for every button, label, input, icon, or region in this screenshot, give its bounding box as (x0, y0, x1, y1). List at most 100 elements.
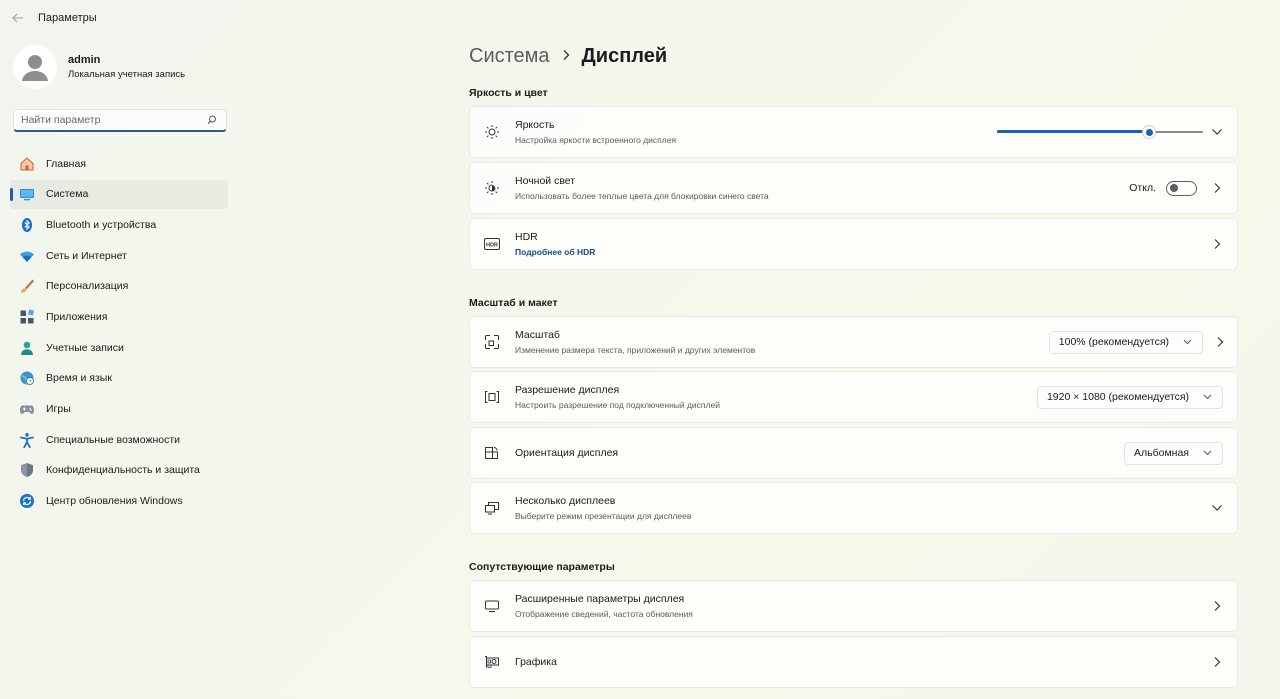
profile-account-type: Локальная учетная запись (68, 69, 186, 80)
sidebar-item-system[interactable]: Система (10, 179, 228, 209)
scale-value: 100% (рекомендуется) (1058, 336, 1169, 348)
sidebar-item-bluetooth[interactable]: Bluetooth и устройства (10, 210, 228, 239)
hdr-card[interactable]: HDR HDR Подробнее об HDR (469, 218, 1238, 270)
chevron-right-icon (1214, 239, 1221, 249)
hdr-learn-more-link[interactable]: Подробнее об HDR (515, 247, 595, 257)
resolution-icon (470, 390, 514, 404)
breadcrumb-parent[interactable]: Система (469, 45, 550, 68)
orientation-icon (470, 446, 514, 460)
expand-button[interactable] (1197, 107, 1237, 157)
multiple-displays-subtitle: Выберите режим презентации для дисплеев (515, 511, 692, 521)
sidebar-item-label: Центр обновления Windows (46, 495, 183, 508)
brightness-icon (470, 124, 514, 140)
brightness-subtitle: Настройка яркости встроенного дисплея (515, 135, 677, 145)
night-light-card[interactable]: Ночной свет Использовать более теплые цв… (469, 162, 1238, 214)
multiple-displays-icon (470, 501, 514, 515)
globe-clock-icon (18, 369, 36, 387)
app-title: Параметры (38, 12, 97, 24)
open-button[interactable] (1197, 656, 1237, 668)
sidebar-item-accessibility[interactable]: Специальные возможности (10, 425, 228, 454)
chevron-right-icon (562, 49, 570, 64)
night-light-title: Ночной свет (515, 175, 576, 187)
search-input[interactable] (14, 114, 194, 126)
scale-subtitle: Изменение размера текста, приложений и д… (515, 345, 756, 355)
scale-dropdown[interactable]: 100% (рекомендуется) (1048, 330, 1203, 354)
chevron-right-icon (1214, 657, 1221, 667)
accessibility-icon (18, 431, 36, 449)
sidebar-item-label: Сеть и Интернет (46, 249, 127, 262)
sidebar-item-label: Система (46, 188, 89, 201)
resolution-title: Разрешение дисплея (515, 384, 620, 396)
advanced-display-card[interactable]: Расширенные параметры дисплея Отображени… (469, 580, 1238, 632)
sidebar-item-gaming[interactable]: Игры (10, 395, 228, 424)
open-button[interactable] (1197, 600, 1237, 612)
bluetooth-icon (18, 216, 36, 234)
chevron-down-icon (1183, 339, 1192, 345)
expand-button[interactable] (1197, 504, 1237, 512)
multiple-displays-card[interactable]: Несколько дисплеев Выберите режим презен… (469, 482, 1238, 534)
graphics-title: Графика (515, 656, 557, 668)
brightness-slider[interactable] (997, 125, 1203, 139)
hdr-title: HDR (515, 231, 538, 243)
night-light-toggle[interactable] (1166, 180, 1197, 196)
multiple-displays-title: Несколько дисплеев (515, 495, 616, 507)
advanced-display-title: Расширенные параметры дисплея (515, 593, 685, 605)
chevron-down-icon (1212, 505, 1222, 511)
hdr-icon: HDR (470, 238, 514, 250)
search-box (13, 109, 227, 132)
profile-name: admin (68, 54, 101, 66)
avatar (13, 45, 57, 89)
brightness-card[interactable]: Яркость Настройка яркости встроенного ди… (469, 106, 1238, 158)
svg-text:HDR: HDR (486, 242, 498, 248)
sidebar-item-label: Время и язык (46, 372, 112, 385)
section-title-related: Сопутствующие параметры (469, 561, 615, 573)
sidebar-item-accounts[interactable]: Учетные записи (10, 333, 228, 362)
sidebar-item-windows-update[interactable]: Центр обновления Windows (10, 487, 228, 516)
sidebar-item-personalization[interactable]: Персонализация (10, 272, 228, 301)
sidebar-item-apps[interactable]: Приложения (10, 302, 228, 331)
chevron-right-icon (1217, 337, 1224, 347)
scale-icon (470, 334, 514, 350)
sidebar-nav: Главная Система Bluetooth и устройства С… (10, 149, 228, 517)
resolution-value: 1920 × 1080 (рекомендуется) (1046, 391, 1189, 403)
sidebar-item-label: Персонализация (46, 280, 129, 293)
graphics-card-icon (470, 655, 514, 669)
sidebar-item-network[interactable]: Сеть и Интернет (10, 241, 228, 270)
orientation-value: Альбомная (1134, 447, 1189, 459)
user-profile[interactable]: admin Локальная учетная запись (13, 45, 185, 89)
sidebar-item-label: Bluetooth и устройства (46, 218, 157, 231)
graphics-card[interactable]: Графика (469, 636, 1238, 688)
chevron-down-icon (1212, 129, 1222, 135)
orientation-dropdown[interactable]: Альбомная (1124, 441, 1223, 465)
chevron-right-icon (1214, 183, 1221, 193)
brush-icon (18, 277, 36, 295)
shield-icon (18, 461, 36, 479)
resolution-subtitle: Настроить разрешение под подключенный ди… (515, 400, 720, 410)
user-avatar-icon (22, 55, 48, 81)
open-button[interactable] (1197, 182, 1237, 194)
open-button[interactable] (1203, 336, 1237, 348)
chevron-down-icon (1203, 450, 1212, 456)
orientation-title: Ориентация дисплея (515, 447, 619, 459)
gamepad-icon (18, 400, 36, 418)
scale-card[interactable]: Масштаб Изменение размера текста, прилож… (469, 316, 1238, 368)
breadcrumb: Система Дисплей (469, 45, 667, 68)
sidebar-item-label: Игры (46, 403, 71, 415)
system-display-icon (18, 185, 36, 203)
night-light-state: Откл. (1129, 182, 1156, 194)
open-button[interactable] (1197, 238, 1237, 250)
back-button[interactable] (0, 0, 36, 36)
sidebar-item-time-language[interactable]: Время и язык (10, 364, 228, 393)
resolution-dropdown[interactable]: 1920 × 1080 (рекомендуется) (1036, 385, 1223, 409)
search-icon[interactable] (206, 114, 218, 126)
page-title: Дисплей (581, 45, 668, 67)
title-bar: Параметры (0, 0, 1280, 36)
chevron-right-icon (1214, 601, 1221, 611)
arrow-left-icon (12, 13, 23, 23)
sidebar-item-home[interactable]: Главная (10, 149, 228, 178)
resolution-card[interactable]: Разрешение дисплея Настроить разрешение … (469, 371, 1238, 423)
sidebar-item-privacy[interactable]: Конфиденциальность и защита (10, 456, 228, 485)
sidebar-item-label: Конфиденциальность и защита (46, 464, 200, 477)
orientation-card[interactable]: Ориентация дисплея Альбомная (469, 427, 1238, 479)
brightness-slider-thumb[interactable] (1142, 125, 1157, 139)
